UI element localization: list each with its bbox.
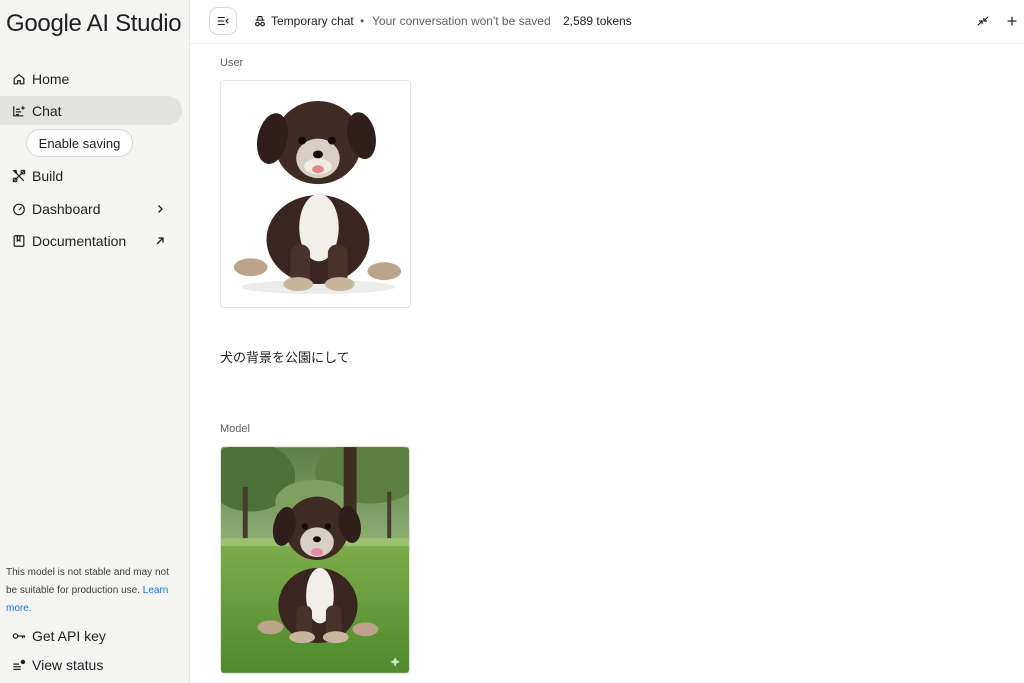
sidebar-item-label: Get API key: [32, 627, 106, 644]
enable-saving-button[interactable]: Enable saving: [26, 129, 133, 157]
token-count: 2,589 tokens: [563, 14, 632, 28]
sidebar-item-label: Build: [32, 167, 64, 184]
model-disclaimer: This model is not stable and may not be …: [6, 564, 176, 618]
dog-park-image: [221, 447, 409, 673]
key-icon: [12, 629, 26, 643]
sidebar-item-home[interactable]: Home: [0, 64, 182, 93]
build-icon: [12, 169, 26, 183]
collapse-menu-icon: [216, 14, 230, 28]
app-logo[interactable]: Google AI Studio: [6, 10, 182, 38]
sidebar-item-documentation[interactable]: Documentation: [0, 226, 182, 255]
sidebar-item-label: View status: [32, 656, 104, 673]
temporary-chat-icon: [253, 14, 267, 28]
user-uploaded-image[interactable]: [220, 80, 411, 308]
sidebar-item-label: Dashboard: [32, 200, 101, 217]
external-link-icon: [154, 234, 166, 246]
save-note: Your conversation won't be saved: [372, 14, 551, 28]
sidebar-item-label: Documentation: [32, 232, 127, 249]
sidebar-item-view-status[interactable]: View status: [0, 650, 182, 679]
separator-dot: •: [360, 14, 365, 28]
user-role-label: User: [220, 57, 244, 69]
sidebar: Google AI Studio Home Chat Enable saving…: [0, 0, 190, 683]
sidebar-item-chat[interactable]: Chat: [0, 96, 182, 125]
model-role-label: Model: [220, 423, 250, 435]
sidebar-item-dashboard[interactable]: Dashboard: [0, 194, 182, 223]
new-chat-icon[interactable]: [1005, 14, 1019, 28]
chevron-right-icon: [154, 202, 166, 214]
sidebar-item-get-api-key[interactable]: Get API key: [0, 621, 182, 650]
compare-icon[interactable]: [976, 14, 990, 28]
dog-white-bg-image: [221, 81, 410, 307]
chat-spark-icon: [12, 104, 26, 118]
sidebar-item-build[interactable]: Build: [0, 161, 182, 190]
sidebar-item-label: Chat: [32, 102, 62, 119]
temporary-chat-label: Temporary chat: [271, 14, 354, 28]
sidebar-item-label: Home: [32, 70, 70, 87]
status-list-icon: [12, 658, 26, 672]
home-icon: [12, 72, 26, 86]
model-generated-image[interactable]: [220, 446, 410, 674]
top-bar: Temporary chat • Your conversation won't…: [190, 0, 1024, 44]
book-icon: [12, 234, 26, 248]
toggle-sidebar-button[interactable]: [209, 7, 237, 35]
dashboard-icon: [12, 202, 26, 216]
user-prompt-text: 犬の背景を公園にして: [220, 351, 350, 366]
